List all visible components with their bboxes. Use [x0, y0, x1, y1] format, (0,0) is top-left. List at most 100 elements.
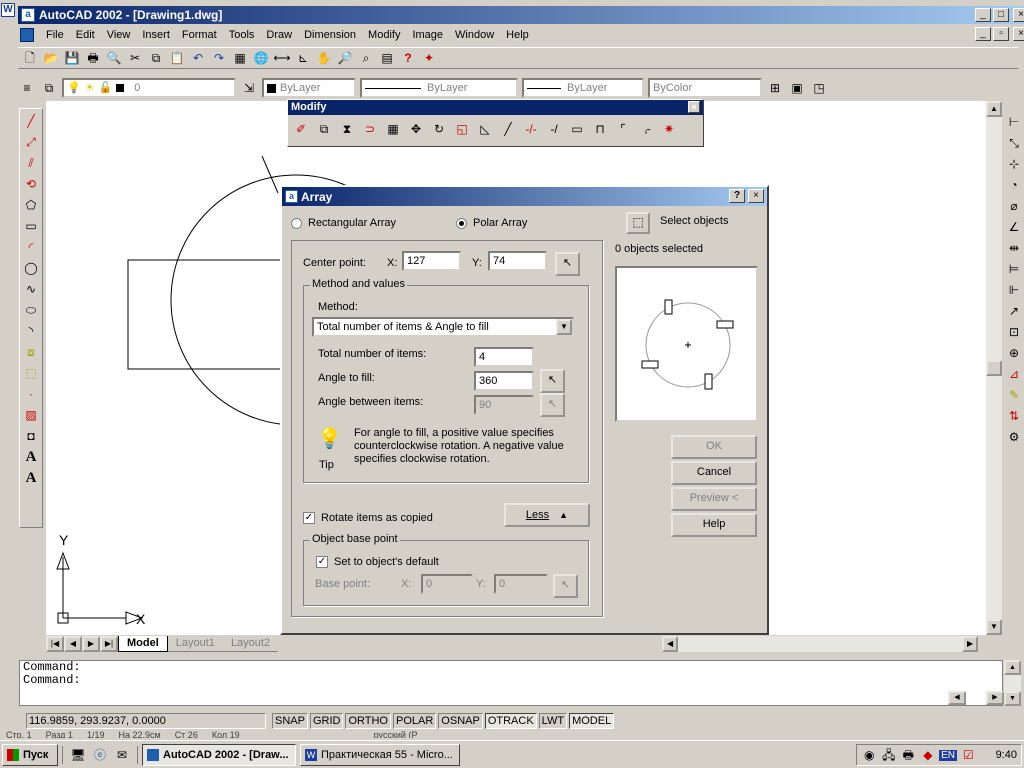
status-ortho-toggle[interactable]: ORTHO	[345, 713, 391, 729]
layer-prev-icon[interactable]: ⧉	[40, 79, 58, 97]
tab-model[interactable]: Model	[118, 635, 168, 652]
arc-icon[interactable]: ◜	[22, 238, 40, 256]
maximize-button[interactable]: □	[993, 8, 1009, 22]
cmd-scroll-left[interactable]: ◀	[948, 691, 966, 705]
dim-style-icon[interactable]: ⚙	[1005, 428, 1023, 446]
rotate-icon[interactable]: ↻	[430, 120, 448, 138]
aligned-dim-icon[interactable]: ⤡	[1005, 134, 1023, 152]
properties-icon[interactable]: ▤	[378, 49, 396, 67]
chamfer-icon[interactable]: ⌜	[614, 120, 632, 138]
trim-icon[interactable]: -/-	[522, 120, 540, 138]
quick-dim-icon[interactable]: ⇹	[1005, 239, 1023, 257]
method-dropdown-arrow[interactable]: ▼	[556, 319, 572, 335]
doc-close-button[interactable]: ×	[1013, 27, 1024, 41]
ie-quick-icon[interactable]: ⓔ	[91, 746, 109, 764]
zoom-window-icon[interactable]: ⌕	[357, 49, 375, 67]
lineweight-combo[interactable]: ByLayer	[522, 78, 644, 98]
pick-center-button[interactable]: ↖	[555, 252, 580, 276]
cancel-button[interactable]: Cancel	[671, 461, 757, 485]
preview-icon[interactable]: 🔍	[105, 49, 123, 67]
menu-insert[interactable]: Insert	[136, 29, 176, 41]
tab-last-button[interactable]: ▶|	[100, 635, 118, 652]
mtext-icon[interactable]: A	[22, 469, 40, 487]
command-window[interactable]: Command: Command: ◀ ▶	[19, 660, 1004, 706]
center-x-input[interactable]: 127	[402, 251, 461, 271]
menu-modify[interactable]: Modify	[362, 29, 406, 41]
make-block-icon[interactable]: ⬚	[22, 364, 40, 382]
status-osnap-toggle[interactable]: OSNAP	[438, 713, 483, 729]
multiline-icon[interactable]: ⫽	[22, 154, 40, 172]
region-icon[interactable]: ◘	[22, 427, 40, 445]
dialog-close-button[interactable]: ×	[748, 189, 764, 203]
construction-line-icon[interactable]: ⤢	[22, 133, 40, 151]
stretch-icon[interactable]: ◺	[476, 120, 494, 138]
center-y-input[interactable]: 74	[488, 251, 547, 271]
dialog-help-button[interactable]: ?	[729, 189, 745, 203]
plotstyle-combo[interactable]: ByColor	[648, 78, 762, 98]
redo-icon[interactable]: ↷	[210, 49, 228, 67]
dim-update-icon[interactable]: ⇅	[1005, 407, 1023, 425]
scroll-down-button[interactable]: ▼	[986, 619, 1002, 635]
spline-icon[interactable]: ∿	[22, 280, 40, 298]
tab-next-button[interactable]: ▶	[82, 635, 100, 652]
ellipse-arc-icon[interactable]: ◝	[22, 322, 40, 340]
close-button[interactable]: ×	[1013, 8, 1024, 22]
ordinate-dim-icon[interactable]: ⊹	[1005, 155, 1023, 173]
help-icon[interactable]: ?	[399, 49, 417, 67]
network-tray-icon[interactable]: 🖧	[881, 746, 898, 764]
printer-tray-icon[interactable]: 🖶	[900, 746, 917, 764]
check-tray-icon[interactable]: ☑	[960, 746, 977, 764]
menu-edit[interactable]: Edit	[70, 29, 101, 41]
center-mark-icon[interactable]: ⊕	[1005, 344, 1023, 362]
polyline-icon[interactable]: ⟲	[22, 175, 40, 193]
xyz-icon[interactable]: ✦	[420, 49, 438, 67]
print-icon[interactable]: 🖶	[84, 49, 102, 67]
doc-minimize-button[interactable]: _	[975, 27, 991, 41]
outlook-quick-icon[interactable]: ✉	[113, 746, 131, 764]
doc-restore-button[interactable]: ▫	[993, 27, 1009, 41]
rotate-checkbox[interactable]: ✓	[303, 512, 315, 524]
lengthen-icon[interactable]: ╱	[499, 120, 517, 138]
polar-radio[interactable]	[456, 217, 467, 229]
scroll-right-button[interactable]: ▶	[962, 635, 979, 652]
minimize-button[interactable]: _	[975, 8, 991, 22]
copy-object-icon[interactable]: ⧉	[315, 120, 333, 138]
menu-dimension[interactable]: Dimension	[298, 29, 362, 41]
linear-dim-icon[interactable]: ⊢	[1005, 113, 1023, 131]
ellipse-icon[interactable]: ⬭	[22, 301, 40, 319]
total-items-input[interactable]: 4	[474, 347, 534, 367]
ucs-view-icon[interactable]: ⊞	[766, 79, 784, 97]
dim-text-edit-icon[interactable]: ✎	[1005, 386, 1023, 404]
point-icon[interactable]: ·	[22, 385, 40, 403]
status-model-toggle[interactable]: MODEL	[569, 713, 615, 729]
move-icon[interactable]: ✥	[407, 120, 425, 138]
3dorbit-icon[interactable]: ◳	[810, 79, 828, 97]
offset-icon[interactable]: ⊃	[361, 120, 379, 138]
make-current-icon[interactable]: ⇲	[240, 79, 258, 97]
continue-dim-icon[interactable]: ⊩	[1005, 281, 1023, 299]
array-icon[interactable]: ▦	[384, 120, 402, 138]
select-objects-button[interactable]: ⬚	[626, 212, 650, 234]
distance-icon[interactable]: ⟷	[273, 49, 291, 67]
pick-angle-button[interactable]: ↖	[540, 369, 565, 393]
horizontal-scrollbar[interactable]: ◀ ▶	[662, 635, 979, 652]
explode-icon[interactable]: ✷	[660, 120, 678, 138]
polygon-icon[interactable]: ⬠	[22, 196, 40, 214]
viewports-icon[interactable]: ▣	[788, 79, 806, 97]
insert-block-icon[interactable]: ⧈	[22, 343, 40, 361]
linetype-combo[interactable]: ByLayer	[360, 78, 518, 98]
diameter-dim-icon[interactable]: ⌀	[1005, 197, 1023, 215]
start-button[interactable]: Пуск	[2, 743, 58, 766]
scale-icon[interactable]: ◱	[453, 120, 471, 138]
status-otrack-toggle[interactable]: OTRACK	[484, 713, 537, 729]
scroll-left-button[interactable]: ◀	[662, 635, 679, 652]
status-lwt-toggle[interactable]: LWT	[538, 713, 568, 729]
text-icon[interactable]: A	[22, 448, 40, 466]
browser-icon[interactable]: 🌐	[252, 49, 270, 67]
line-icon[interactable]: ╱	[22, 112, 40, 130]
undo-icon[interactable]: ↶	[189, 49, 207, 67]
doc-icon[interactable]	[20, 27, 34, 42]
new-icon[interactable]: 🗋	[21, 49, 39, 67]
menu-draw[interactable]: Draw	[260, 29, 298, 41]
extend-icon[interactable]: -/	[545, 120, 563, 138]
